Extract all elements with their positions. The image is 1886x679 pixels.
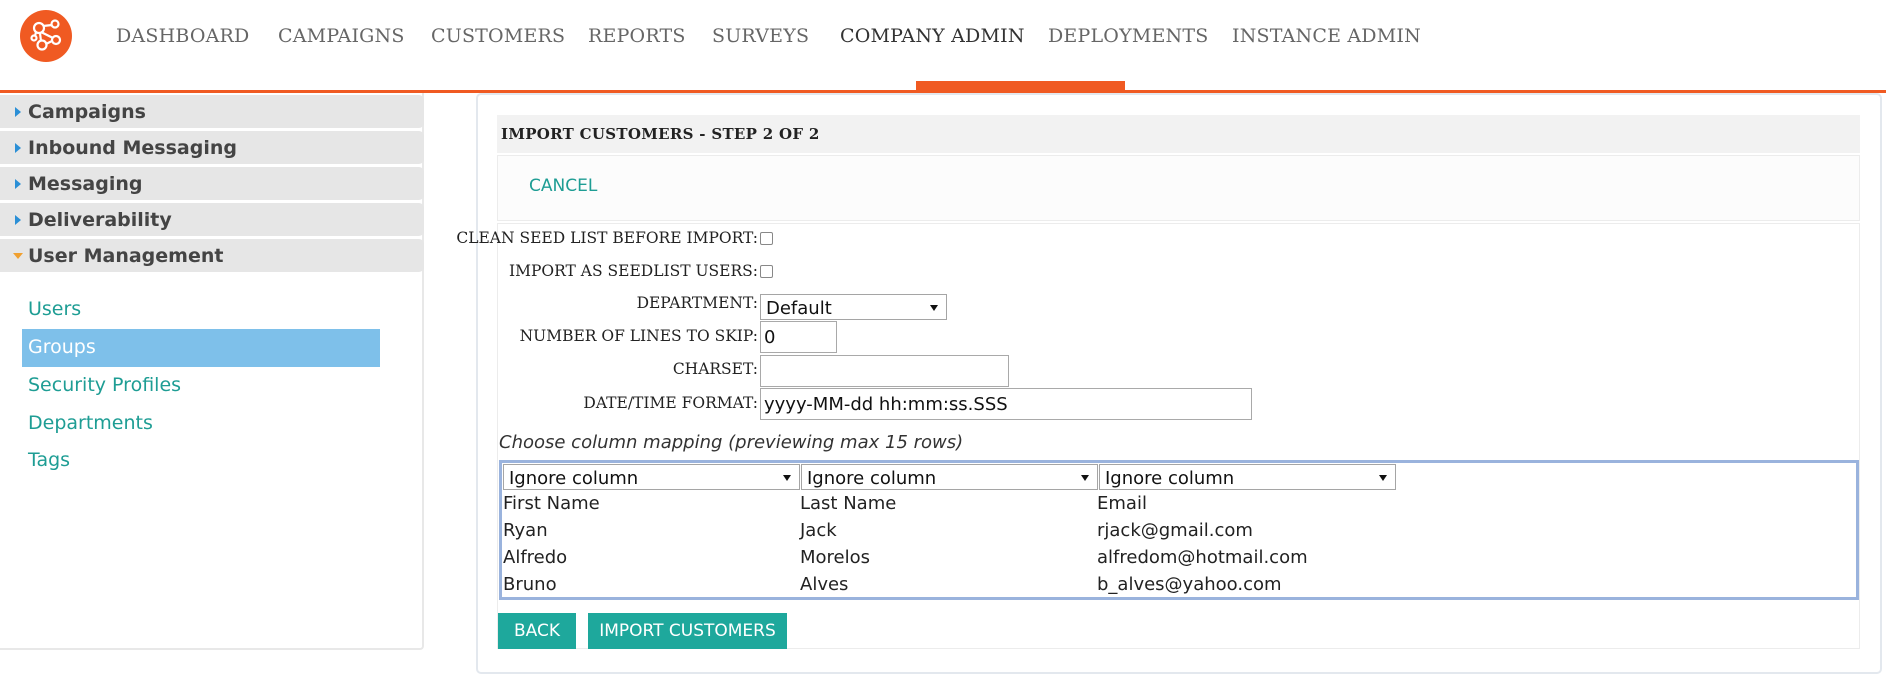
nav-surveys[interactable]: SURVEYS xyxy=(712,25,809,47)
import-seedlist-label: IMPORT AS SEEDLIST USERS: xyxy=(508,262,758,280)
active-tab-indicator xyxy=(916,81,1125,90)
import-customers-button[interactable]: IMPORT CUSTOMERS xyxy=(588,613,787,649)
preview-cell: Morelos xyxy=(800,547,871,568)
import-form: CLEAN SEED LIST BEFORE IMPORT: IMPORT AS… xyxy=(456,223,1860,649)
column-mapping-title: Choose column mapping (previewing max 15… xyxy=(499,432,964,453)
caret-down-icon xyxy=(13,253,23,259)
preview-cell: Last Name xyxy=(800,493,897,514)
column-1-mapping-value: Ignore column xyxy=(509,468,639,489)
sidebar-item-label: Users xyxy=(28,298,82,320)
sidebar-section-inbound-messaging[interactable]: Inbound Messaging xyxy=(0,131,424,164)
sidebar-section-label: User Management xyxy=(28,245,224,267)
sidebar: Campaigns Inbound Messaging Messaging De… xyxy=(0,93,424,650)
network-logo-icon[interactable] xyxy=(20,10,72,62)
column-3-mapping-select[interactable]: Ignore column xyxy=(1099,464,1396,490)
sidebar-section-label: Messaging xyxy=(28,173,143,195)
preview-cell: Jack xyxy=(800,520,837,541)
preview-cell: rjack@gmail.com xyxy=(1097,520,1253,541)
department-value: Default xyxy=(766,298,832,319)
nav-dashboard[interactable]: DASHBOARD xyxy=(116,25,250,47)
caret-right-icon xyxy=(15,107,21,117)
column-2-mapping-value: Ignore column xyxy=(807,468,937,489)
column-2-mapping-select[interactable]: Ignore column xyxy=(801,464,1098,490)
panel-header: IMPORT CUSTOMERS - STEP 2 OF 2 xyxy=(497,115,1860,153)
sidebar-section-deliverability[interactable]: Deliverability xyxy=(0,203,424,236)
dropdown-arrow-icon xyxy=(930,305,938,311)
caret-right-icon xyxy=(15,215,21,225)
nav-company-admin[interactable]: COMPANY ADMIN xyxy=(840,25,1025,47)
column-3-mapping-value: Ignore column xyxy=(1105,468,1235,489)
nav-reports[interactable]: REPORTS xyxy=(588,25,686,47)
sidebar-item-tags[interactable]: Tags xyxy=(22,442,380,480)
sidebar-item-users[interactable]: Users xyxy=(22,291,380,329)
caret-right-icon xyxy=(15,179,21,189)
datetime-format-label: DATE/TIME FORMAT: xyxy=(583,394,758,412)
preview-cell: Email xyxy=(1097,493,1147,514)
sidebar-item-label: Tags xyxy=(28,449,71,471)
sidebar-section-label: Campaigns xyxy=(28,101,146,123)
preview-cell: b_alves@yahoo.com xyxy=(1097,574,1282,595)
dropdown-arrow-icon xyxy=(1081,475,1089,481)
import-seedlist-checkbox[interactable] xyxy=(760,265,773,278)
column-mapping-preview: Ignore column Ignore column Ignore colum… xyxy=(499,460,1859,600)
preview-cell: Bruno xyxy=(503,574,557,595)
clean-seed-label: CLEAN SEED LIST BEFORE IMPORT: xyxy=(456,229,758,247)
sidebar-item-departments[interactable]: Departments xyxy=(22,405,380,443)
nav-instance-admin[interactable]: INSTANCE ADMIN xyxy=(1232,25,1421,47)
back-button[interactable]: BACK xyxy=(498,613,576,649)
preview-cell: Alfredo xyxy=(503,547,568,568)
column-1-mapping-select[interactable]: Ignore column xyxy=(503,464,800,490)
sidebar-section-label: Deliverability xyxy=(28,209,172,231)
caret-right-icon xyxy=(15,143,21,153)
charset-input[interactable] xyxy=(760,355,1009,387)
sidebar-item-label: Groups xyxy=(28,336,96,358)
import-customers-panel: IMPORT CUSTOMERS - STEP 2 OF 2 CANCEL CL… xyxy=(456,93,1882,674)
sidebar-item-label: Departments xyxy=(28,412,153,434)
department-select[interactable]: Default xyxy=(760,294,947,320)
preview-cell: Ryan xyxy=(503,520,548,541)
preview-cell: Alves xyxy=(800,574,849,595)
sidebar-item-groups[interactable]: Groups xyxy=(22,329,380,367)
lines-to-skip-label: NUMBER OF LINES TO SKIP: xyxy=(519,327,758,345)
department-label: DEPARTMENT: xyxy=(636,294,758,312)
charset-label: CHARSET: xyxy=(672,360,758,378)
cancel-link[interactable]: CANCEL xyxy=(529,176,597,196)
sidebar-section-messaging[interactable]: Messaging xyxy=(0,167,424,200)
action-bar: CANCEL xyxy=(497,155,1860,221)
sidebar-section-label: Inbound Messaging xyxy=(28,137,237,159)
nav-campaigns[interactable]: CAMPAIGNS xyxy=(278,25,405,47)
preview-cell: First Name xyxy=(503,493,600,514)
dropdown-arrow-icon xyxy=(783,475,791,481)
lines-to-skip-input[interactable] xyxy=(760,321,837,353)
dropdown-arrow-icon xyxy=(1379,475,1387,481)
datetime-format-input[interactable] xyxy=(760,388,1252,420)
preview-cell: alfredom@hotmail.com xyxy=(1097,547,1308,568)
page-title: IMPORT CUSTOMERS - STEP 2 OF 2 xyxy=(501,125,820,143)
sidebar-section-campaigns[interactable]: Campaigns xyxy=(0,95,424,128)
clean-seed-checkbox[interactable] xyxy=(760,232,773,245)
nav-deployments[interactable]: DEPLOYMENTS xyxy=(1048,25,1208,47)
top-navigation-bar: DASHBOARD CAMPAIGNS CUSTOMERS REPORTS SU… xyxy=(0,0,1886,93)
sidebar-item-label: Security Profiles xyxy=(28,374,182,396)
sidebar-item-security-profiles[interactable]: Security Profiles xyxy=(22,367,380,405)
sidebar-section-user-management[interactable]: User Management xyxy=(0,239,424,272)
nav-customers[interactable]: CUSTOMERS xyxy=(431,25,565,47)
